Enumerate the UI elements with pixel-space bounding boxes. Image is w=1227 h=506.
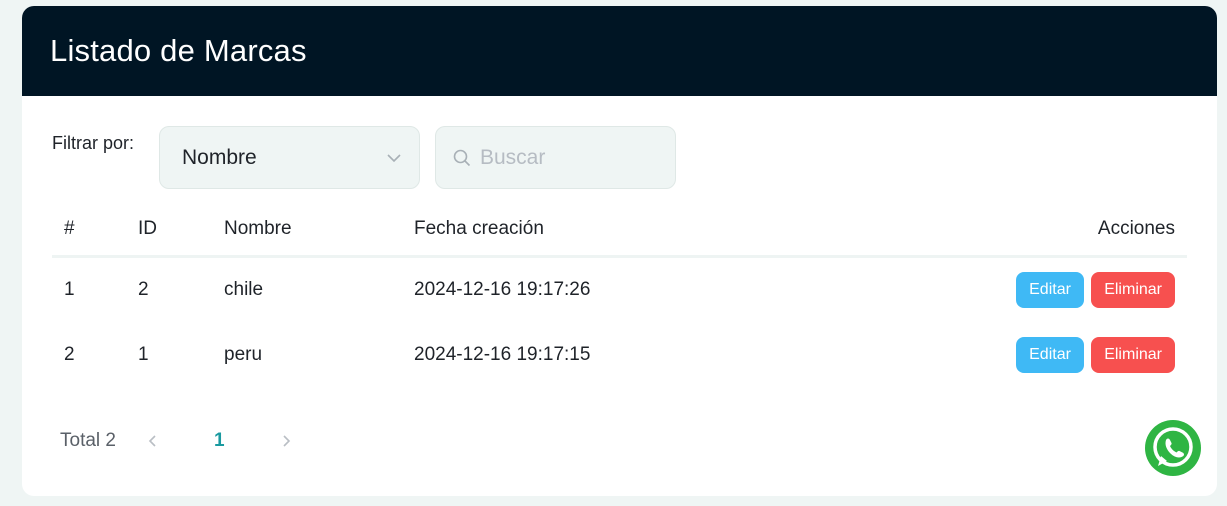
- col-header-date: Fecha creación: [414, 204, 814, 258]
- row-name: peru: [224, 344, 263, 365]
- filter-label: Filtrar por:: [52, 133, 135, 153]
- filter-select-value: Nombre: [182, 145, 257, 169]
- row-number: 2: [64, 344, 75, 365]
- col-header-actions: Acciones: [814, 204, 1187, 258]
- table-header-row: # ID Nombre Fecha creación Acciones: [52, 204, 1187, 258]
- row-actions: Editar Eliminar: [814, 256, 1187, 322]
- row-date: 2024-12-16 19:17:26: [414, 278, 591, 300]
- edit-button[interactable]: Editar: [1016, 271, 1084, 308]
- row-id: 2: [138, 278, 149, 300]
- search-icon: [453, 149, 471, 166]
- search-box[interactable]: [435, 126, 676, 189]
- row-id: 1: [138, 344, 149, 365]
- delete-button[interactable]: Eliminar: [1091, 337, 1175, 373]
- delete-button[interactable]: Eliminar: [1091, 271, 1175, 308]
- filter-select[interactable]: Nombre: [159, 126, 420, 189]
- edit-button[interactable]: Editar: [1016, 337, 1084, 373]
- whatsapp-button[interactable]: [1145, 420, 1201, 476]
- page-number-current[interactable]: 1: [214, 430, 225, 452]
- pagination-total: Total 2: [60, 430, 116, 451]
- chevron-left-icon[interactable]: [146, 434, 160, 448]
- col-header-id: ID: [138, 204, 224, 258]
- pagination: Total 2 1: [60, 430, 293, 452]
- col-header-name: Nombre: [224, 204, 414, 258]
- row-actions: Editar Eliminar: [814, 322, 1187, 388]
- table-row: 1 2 chile 2024-12-16 19:17:26 Editar Eli…: [52, 256, 1187, 322]
- chevron-down-icon: [387, 154, 401, 163]
- brands-card: Listado de Marcas Filtrar por: Nombre # …: [22, 6, 1217, 496]
- brands-table: # ID Nombre Fecha creación Acciones 1 2 …: [52, 204, 1187, 388]
- col-header-num: #: [52, 204, 138, 258]
- row-number: 1: [64, 278, 75, 300]
- search-input[interactable]: [480, 145, 660, 170]
- chevron-right-icon[interactable]: [279, 434, 293, 448]
- row-date: 2024-12-16 19:17:15: [414, 344, 591, 365]
- whatsapp-icon: [1153, 427, 1193, 467]
- row-name: chile: [224, 278, 264, 300]
- card-header: Listado de Marcas: [22, 6, 1217, 96]
- table-row: 2 1 peru 2024-12-16 19:17:15 Editar Elim…: [52, 322, 1187, 388]
- page-title: Listado de Marcas: [50, 33, 307, 68]
